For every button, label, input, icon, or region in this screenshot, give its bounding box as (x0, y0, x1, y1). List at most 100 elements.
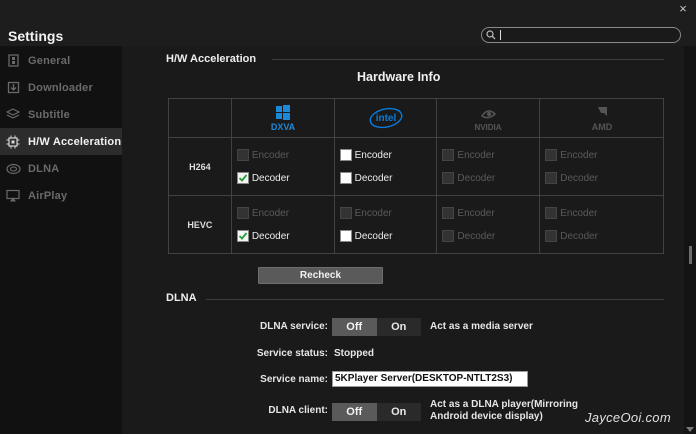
codec-cell: Encoder Decoder (539, 137, 664, 196)
sidebar-item-subtitle[interactable]: Subtitle (0, 101, 122, 128)
decoder-label: Decoder (457, 230, 496, 242)
codec-cell: Encoder Decoder (436, 195, 541, 254)
sidebar-item-label: Downloader (28, 81, 93, 94)
dlna-client-description: Act as a DLNA player(Mirroring Android d… (430, 399, 578, 423)
vendor-name: intel (375, 113, 396, 124)
encoder-checkbox[interactable] (442, 207, 455, 219)
dlna-client-description-line1: Act as a DLNA player(Mirroring (430, 399, 578, 410)
section-heading-hw: H/W Acceleration (166, 53, 257, 65)
sidebar-item-downloader[interactable]: Downloader (0, 74, 122, 101)
encoder-checkbox[interactable] (545, 149, 558, 161)
sidebar-item-label: Subtitle (28, 108, 70, 121)
decoder-checkbox[interactable] (339, 172, 352, 184)
encoder-option[interactable]: Encoder (437, 202, 539, 225)
decoder-option[interactable]: Decoder (437, 225, 539, 248)
decoder-option[interactable]: Decoder (437, 167, 539, 190)
encoder-checkbox[interactable] (339, 149, 352, 161)
sidebar-item-hw-acceleration[interactable]: H/W Acceleration (0, 128, 122, 155)
encoder-label: Encoder (560, 149, 598, 161)
intel-logo-icon: intel (369, 107, 402, 129)
encoder-option[interactable]: Encoder (232, 144, 334, 167)
sidebar-item-airplay[interactable]: AirPlay (0, 182, 122, 209)
table-corner-cell (168, 98, 232, 138)
decoder-option[interactable]: Decoder (232, 167, 334, 190)
decoder-option[interactable]: Decoder (540, 225, 663, 248)
decoder-label: Decoder (354, 230, 393, 242)
chip-icon (4, 135, 22, 149)
dlna-icon (4, 162, 22, 176)
download-icon (4, 81, 22, 95)
encoder-option[interactable]: Encoder (232, 202, 334, 225)
encoder-option[interactable]: Encoder (540, 202, 663, 225)
dlna-client-off-button[interactable]: Off (332, 403, 377, 421)
decoder-checkbox[interactable] (442, 172, 455, 184)
decoder-label: Decoder (251, 230, 290, 242)
decoder-checkbox[interactable] (442, 230, 455, 242)
decoder-option[interactable]: Decoder (335, 225, 437, 248)
vertical-scrollbar[interactable] (684, 46, 696, 434)
decoder-checkbox[interactable] (545, 230, 558, 242)
service-name-label: Service name: (260, 374, 328, 385)
encoder-checkbox[interactable] (545, 207, 558, 219)
nvidia-logo-icon: NVIDIA (475, 110, 502, 132)
sidebar-item-label: DLNA (28, 162, 60, 175)
table-row: H264 Encoder Decoder Encoder Decoder Enc… (168, 137, 664, 196)
general-icon (4, 54, 22, 68)
encoder-option[interactable]: Encoder (540, 144, 663, 167)
sidebar: General Downloader Subtitle H/W Accelera… (0, 46, 122, 434)
sidebar-item-general[interactable]: General (0, 47, 122, 74)
dlna-service-off-button[interactable]: Off (332, 318, 377, 336)
encoder-label: Encoder (354, 207, 392, 219)
decoder-checkbox[interactable] (236, 230, 249, 242)
dlna-service-description: Act as a media server (430, 321, 533, 332)
decoder-option[interactable]: Decoder (335, 167, 437, 190)
codec-label: H264 (168, 137, 232, 196)
decoder-checkbox[interactable] (339, 230, 352, 242)
dlna-client-on-button[interactable]: On (376, 403, 421, 421)
encoder-checkbox[interactable] (339, 207, 352, 219)
recheck-button[interactable]: Recheck (258, 267, 383, 284)
hardware-info-table: DXVA intel NVIDIA AMD H264 Encoder Decod… (168, 98, 664, 254)
dlna-service-toggle[interactable]: Off On (332, 318, 421, 336)
codec-label: HEVC (168, 195, 232, 254)
vendor-header-intel: intel (333, 98, 438, 138)
sidebar-item-label: General (28, 54, 71, 67)
decoder-label: Decoder (560, 172, 599, 184)
search-input[interactable] (481, 27, 681, 43)
encoder-label: Encoder (457, 149, 495, 161)
decoder-label: Decoder (251, 172, 290, 184)
decoder-checkbox[interactable] (545, 172, 558, 184)
dlna-client-toggle[interactable]: Off On (332, 403, 421, 421)
encoder-checkbox[interactable] (236, 149, 249, 161)
decoder-label: Decoder (354, 172, 393, 184)
checkmark-icon (238, 174, 248, 182)
airplay-icon (4, 189, 22, 203)
vendor-name: DXVA (271, 122, 296, 132)
decoder-option[interactable]: Decoder (540, 167, 663, 190)
service-status-value: Stopped (334, 348, 374, 359)
encoder-label: Encoder (251, 207, 290, 219)
dlna-client-description-line2: Android device display) (430, 411, 543, 422)
sidebar-item-dlna[interactable]: DLNA (0, 155, 122, 182)
encoder-option[interactable]: Encoder (335, 144, 437, 167)
encoder-checkbox[interactable] (236, 207, 249, 219)
close-icon[interactable]: × (676, 1, 690, 16)
service-status-label: Service status: (256, 348, 328, 359)
codec-cell: Encoder Decoder (333, 137, 438, 196)
table-row: HEVC Encoder Decoder Encoder Decoder Enc… (168, 195, 664, 254)
decoder-option[interactable]: Decoder (232, 225, 334, 248)
encoder-option[interactable]: Encoder (335, 202, 437, 225)
dlna-service-on-button[interactable]: On (376, 318, 421, 336)
scrollbar-thumb[interactable] (689, 246, 692, 264)
section-divider (206, 299, 664, 300)
sidebar-item-label: H/W Acceleration (28, 135, 122, 148)
search-icon (486, 30, 496, 40)
service-name-field[interactable]: 5KPlayer Server(DESKTOP-NTLT2S3) (332, 371, 528, 387)
vendor-header-nvidia: NVIDIA (436, 98, 541, 138)
scroll-down-icon[interactable] (686, 427, 694, 432)
codec-cell: Encoder Decoder (230, 137, 335, 196)
decoder-checkbox[interactable] (236, 172, 249, 184)
encoder-option[interactable]: Encoder (437, 144, 539, 167)
sidebar-item-label: AirPlay (28, 189, 68, 202)
encoder-checkbox[interactable] (442, 149, 455, 161)
